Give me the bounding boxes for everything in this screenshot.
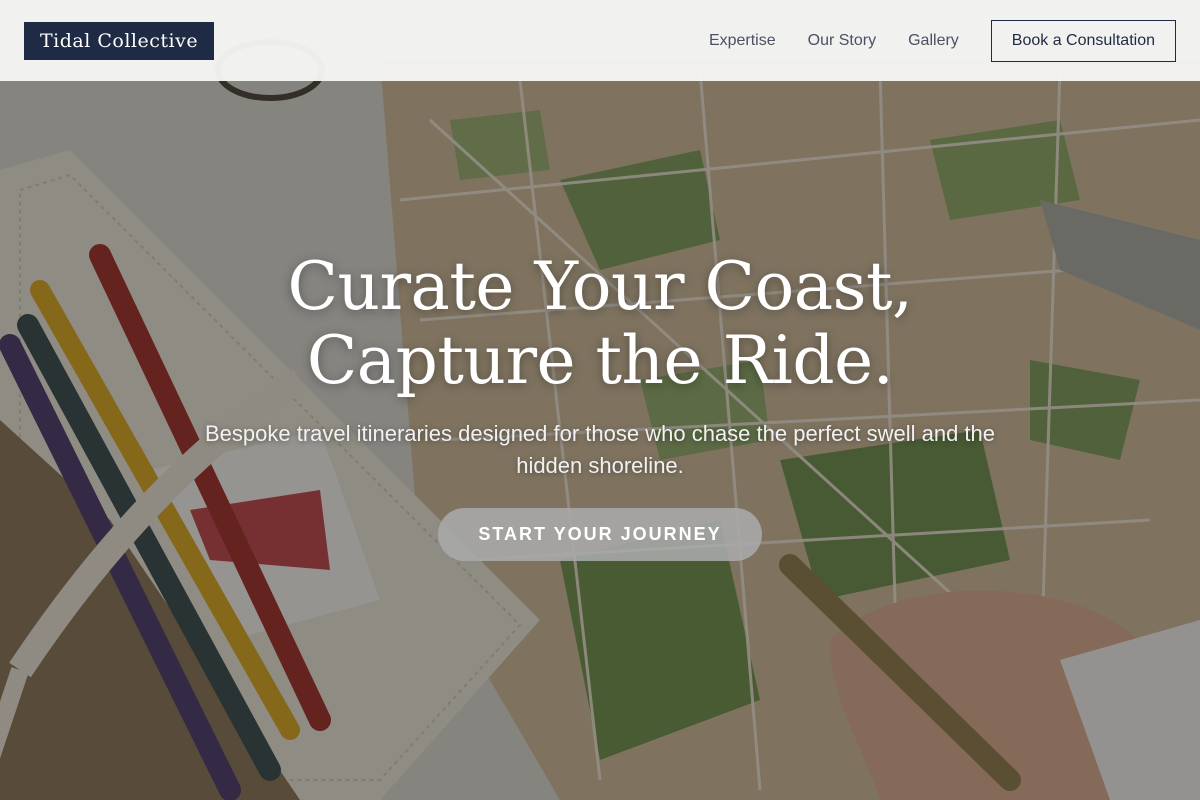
start-journey-button[interactable]: START YOUR JOURNEY: [438, 508, 762, 561]
hero-subtitle: Bespoke travel itineraries designed for …: [204, 421, 995, 478]
nav-link-expertise[interactable]: Expertise: [709, 32, 776, 50]
hero-title: Curate Your Coast, Capture the Ride.: [0, 250, 1200, 398]
nav-menu: Expertise Our Story Gallery Book a Consu…: [709, 19, 1176, 62]
navbar: Tidal Collective Expertise Our Story Gal…: [0, 0, 1200, 81]
hero-title-line-1: Curate Your Coast,: [287, 248, 913, 325]
hero-content: Curate Your Coast, Capture the Ride. Bes…: [0, 250, 1200, 561]
book-consultation-button[interactable]: Book a Consultation: [990, 19, 1176, 62]
nav-link-gallery[interactable]: Gallery: [908, 32, 959, 50]
hero-title-line-2: Capture the Ride.: [306, 322, 894, 399]
nav-link-our-story[interactable]: Our Story: [808, 32, 876, 50]
brand-logo[interactable]: Tidal Collective: [24, 21, 215, 60]
